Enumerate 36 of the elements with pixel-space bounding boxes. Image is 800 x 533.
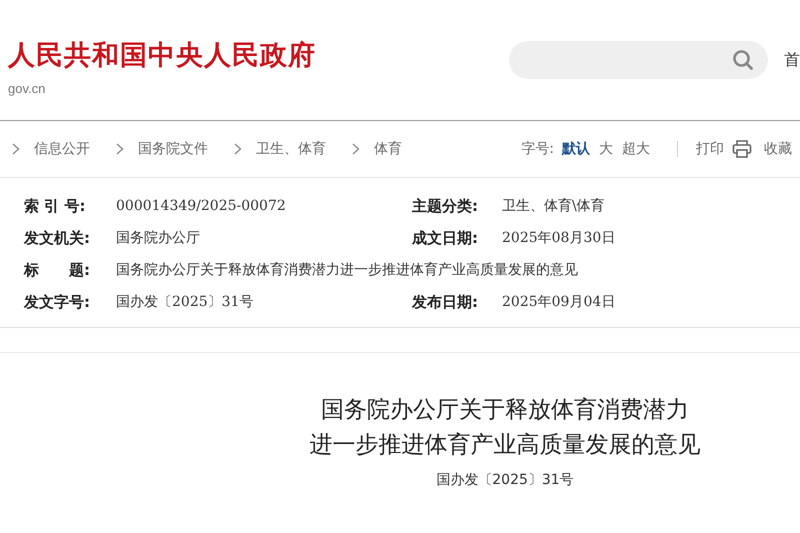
breadcrumb-link[interactable]: 信息公开 xyxy=(34,140,90,158)
breadcrumb-link[interactable]: 体育 xyxy=(374,140,402,158)
field-label: 主题分类: xyxy=(412,196,479,216)
chevron-icon xyxy=(234,143,242,155)
breadcrumb-link[interactable]: 卫生、体育 xyxy=(256,140,326,158)
field-label: 索 引 号: xyxy=(24,196,86,216)
font-size-option[interactable]: 超大 xyxy=(622,140,650,158)
field-label: 标 题: xyxy=(24,260,91,280)
field-label: 成文日期: xyxy=(412,228,479,248)
print-link[interactable]: 打印 xyxy=(696,140,724,158)
field-label: 发文机关: xyxy=(24,228,91,248)
breadcrumb-link[interactable]: 国务院文件 xyxy=(138,140,208,158)
field-label: 发文字号: xyxy=(24,292,91,312)
field-value: 000014349/2025-00072 xyxy=(116,198,286,214)
field-label: 发布日期: xyxy=(412,292,479,312)
document-number: 国办发〔2025〕31号 xyxy=(435,471,575,489)
favorite-link[interactable]: 收藏 xyxy=(764,140,792,158)
field-value: 国务院办公厅 xyxy=(116,229,200,247)
field-value: 2025年08月30日 xyxy=(502,229,616,247)
font-size-option[interactable]: 大 xyxy=(599,140,613,158)
field-value: 卫生、体育\体育 xyxy=(502,197,605,215)
field-value: 国办发〔2025〕31号 xyxy=(116,293,254,311)
chevron-icon xyxy=(352,143,360,155)
site-domain: gov.cn xyxy=(8,80,46,96)
chevron-icon xyxy=(12,143,20,155)
font-size-label: 字号: xyxy=(521,140,554,158)
printer-icon[interactable] xyxy=(732,139,752,159)
field-value: 2025年09月04日 xyxy=(502,293,616,311)
nav-link[interactable]: 首 xyxy=(784,50,800,70)
field-value: 国务院办公厅关于释放体育消费潜力进一步推进体育产业高质量发展的意见 xyxy=(116,261,578,279)
font-size-option[interactable]: 默认 xyxy=(562,140,590,158)
chevron-icon xyxy=(116,143,124,155)
search-icon[interactable] xyxy=(732,49,754,71)
search-field[interactable] xyxy=(508,41,768,79)
site-title[interactable]: 人民共和国中央人民政府 xyxy=(8,36,503,72)
document-title: 国务院办公厅关于释放体育消费潜力 进一步推进体育产业高质量发展的意见 xyxy=(308,396,702,460)
